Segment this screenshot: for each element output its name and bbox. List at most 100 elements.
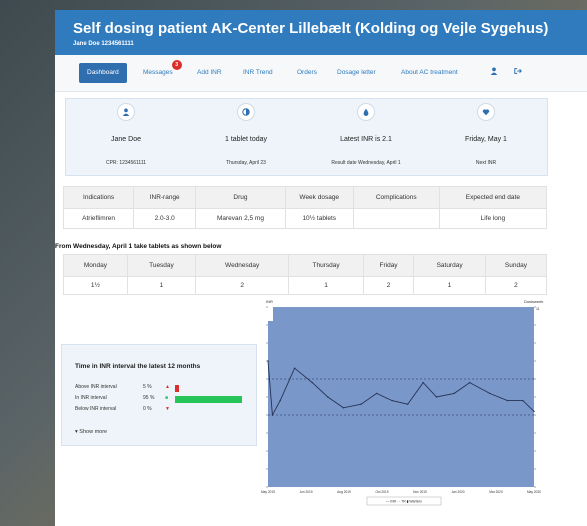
arrow-up-icon: ▲	[165, 384, 170, 390]
inr-point	[435, 396, 438, 398]
tir-label-above: Above INR interval	[75, 384, 117, 390]
dosage-today-card: 1 tablet today Thursday, April 23	[186, 99, 306, 175]
latest-inr: Latest INR is 2.1	[340, 136, 392, 143]
cell-end-date: Life long	[438, 208, 548, 229]
cell-inr-range: 2.0-3.0	[133, 208, 197, 229]
inr-point	[469, 381, 471, 384]
inr-point	[453, 392, 455, 395]
dose-wednesday: 2	[194, 276, 290, 295]
inr-point	[391, 399, 393, 402]
col-inr-range: INR-range	[133, 186, 197, 209]
next-inr-card: Friday, May 1 Next INR	[426, 99, 546, 175]
schedule-header-row: Monday Tuesday Wednesday Thursday Friday…	[63, 254, 548, 277]
tir-label-below: Below INR interval	[75, 406, 117, 412]
legend-text: — INR - - TR ▮ Warfarin	[386, 500, 422, 504]
plot-area	[268, 307, 534, 487]
inr-point	[279, 399, 281, 402]
patient-name: Jane Doe	[111, 136, 141, 143]
messages-badge: 3	[171, 60, 182, 70]
summary-cards: Jane Doe CPR: 1234561111 1 tablet today …	[65, 98, 548, 176]
inr-point	[533, 410, 535, 413]
day-friday: Friday	[362, 254, 415, 277]
day-tuesday: Tuesday	[126, 254, 197, 277]
nav-dashboard[interactable]: Dashboard	[79, 63, 127, 83]
nav-dosage-letter[interactable]: Dosage letter	[337, 63, 376, 83]
dosage-today: 1 tablet today	[224, 136, 268, 143]
x-tick-label: May 2020	[527, 490, 541, 494]
y-right-label: Dosisweek	[524, 299, 543, 304]
inr-point	[488, 392, 491, 395]
treatment-row: Atrieflimren 2.0-3.0 Marevan 2,5 mg 10½ …	[62, 208, 548, 229]
nav-inr-trend[interactable]: INR Trend	[243, 63, 273, 83]
drop-icon	[357, 103, 375, 121]
col-complications: Complications	[352, 186, 440, 209]
show-more-link[interactable]: ▾ Show more	[75, 429, 107, 435]
schedule-row: 1½ 1 2 1 2 1 2	[63, 276, 548, 295]
inr-point	[522, 399, 524, 402]
treatment-table: Indications INR-range Drug Week dosage C…	[62, 186, 548, 229]
square-icon: ■	[165, 395, 169, 401]
tir-percent-above: 5 %	[143, 384, 152, 390]
x-tick-label: Aug 2019	[337, 490, 351, 494]
schedule-label: From Wednesday, April 1 take tablets as …	[55, 243, 222, 250]
dosage-date: Thursday, April 23	[226, 160, 266, 166]
patient-subtitle: Jane Doe 1234561111	[73, 41, 134, 47]
patient-card: Jane Doe CPR: 1234561111	[66, 99, 186, 175]
nav-about-ac-treatment[interactable]: About AC treatment	[401, 63, 458, 83]
dose-tuesday: 1	[126, 276, 197, 295]
person-icon	[117, 103, 135, 121]
inr-point	[271, 414, 274, 416]
inr-point	[342, 407, 345, 409]
col-indications: Indications	[62, 186, 135, 209]
inr-point	[422, 381, 424, 384]
schedule-table: Monday Tuesday Wednesday Thursday Friday…	[63, 254, 548, 295]
tir-label-in: In INR interval	[75, 395, 107, 401]
inr-result-date: Result date Wednesday, April 1	[331, 160, 401, 166]
x-tick-label: Mar 2020	[489, 490, 503, 494]
next-inr-date: Friday, May 1	[465, 136, 507, 143]
show-more-label: Show more	[79, 429, 108, 435]
inr-point	[311, 381, 314, 384]
inr-point	[375, 392, 378, 395]
plot-corner-marker	[268, 307, 273, 321]
cell-complications	[352, 208, 440, 229]
tir-bar-in	[175, 396, 242, 403]
chevron-down-icon: ▾	[75, 429, 78, 435]
nav-add-inr[interactable]: Add INR	[197, 63, 222, 83]
dose-saturday: 1	[413, 276, 486, 295]
user-icon[interactable]	[490, 63, 498, 83]
cell-drug: Marevan 2,5 mg	[195, 208, 286, 229]
col-expected-end-date: Expected end date	[438, 186, 548, 209]
day-thursday: Thursday	[288, 254, 364, 277]
tir-percent-in: 95 %	[143, 395, 155, 401]
inr-point	[267, 360, 269, 362]
tir-percent-below: 0 %	[143, 406, 152, 412]
nav-messages[interactable]: Messages 3	[143, 60, 182, 83]
day-saturday: Saturday	[413, 254, 486, 277]
dose-friday: 2	[362, 276, 415, 295]
time-in-range-title: Time in INR interval the latest 12 month…	[75, 363, 201, 370]
x-tick-label: Oct 2019	[376, 490, 389, 494]
arrow-down-icon: ▼	[165, 406, 170, 412]
nav-orders[interactable]: Orders	[297, 63, 317, 83]
cell-indication: Atrieflimren	[62, 208, 135, 229]
inr-point	[293, 367, 296, 369]
x-tick-label: Jun 2019	[299, 490, 312, 494]
patient-cpr: CPR: 1234561111	[105, 160, 147, 166]
day-sunday: Sunday	[484, 254, 548, 277]
x-tick-label: May 2019	[261, 490, 275, 494]
main-nav: Dashboard Messages 3 Add INR INR Trend O…	[55, 55, 587, 92]
tir-bar-above	[175, 385, 179, 392]
col-drug: Drug	[195, 186, 286, 209]
logout-icon[interactable]	[514, 63, 522, 83]
time-in-range-panel: Time in INR interval the latest 12 month…	[61, 344, 257, 446]
day-monday: Monday	[63, 254, 128, 277]
nav-messages-label: Messages	[143, 69, 173, 76]
dose-thursday: 1	[288, 276, 364, 295]
inr-point	[360, 403, 362, 405]
heart-icon	[477, 103, 495, 121]
latest-inr-card: Latest INR is 2.1 Result date Wednesday,…	[306, 99, 426, 175]
x-tick-label: Nov 2019	[413, 490, 427, 494]
treatment-header-row: Indications INR-range Drug Week dosage C…	[62, 186, 548, 209]
cell-week-dosage: 10½ tablets	[284, 208, 354, 229]
